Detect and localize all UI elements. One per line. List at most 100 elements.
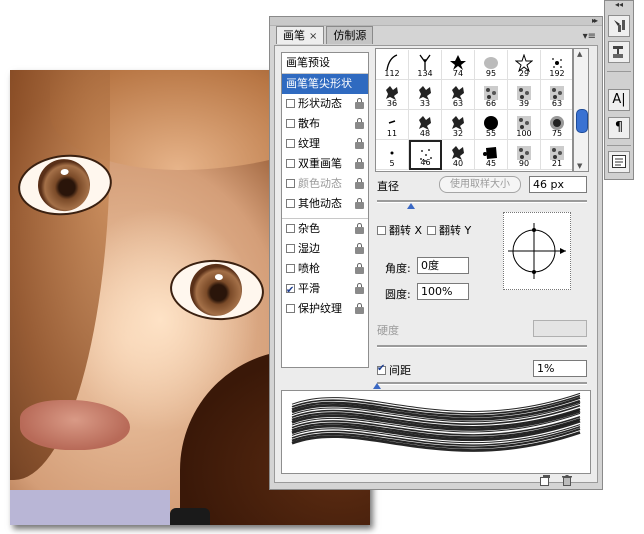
- brush-preset[interactable]: 33: [409, 80, 442, 110]
- brush-preset[interactable]: 74: [442, 50, 475, 80]
- lock-icon[interactable]: [355, 158, 364, 169]
- scroll-down-icon[interactable]: ▼: [577, 162, 582, 170]
- brush-preset[interactable]: 90: [508, 140, 541, 170]
- clone-source-dock-button[interactable]: [608, 41, 630, 63]
- brush-option-row[interactable]: 湿边: [282, 239, 368, 259]
- brush-preset[interactable]: 11: [376, 110, 409, 140]
- angle-roundness-preview[interactable]: [503, 212, 571, 290]
- flip-y-checkbox[interactable]: [427, 226, 436, 235]
- use-sample-size-button[interactable]: 使用取样大小: [439, 176, 521, 193]
- brush-option-checkbox[interactable]: [286, 119, 295, 128]
- flip-x-checkbox[interactable]: [377, 226, 386, 235]
- brush-option-checkbox[interactable]: [286, 244, 295, 253]
- brush-option-row[interactable]: 散布: [282, 114, 368, 134]
- lock-icon[interactable]: [355, 243, 364, 254]
- paragraph-icon: ¶: [614, 120, 624, 135]
- brush-preset[interactable]: 95: [475, 50, 508, 80]
- brush-preset[interactable]: 100: [508, 110, 541, 140]
- brush-option-row[interactable]: 纹理: [282, 134, 368, 154]
- lock-icon[interactable]: [355, 303, 364, 314]
- brush-preset[interactable]: 48: [409, 110, 442, 140]
- presets-scrollbar[interactable]: ▲ ▼: [573, 48, 589, 172]
- brush-option-row[interactable]: 平滑: [282, 279, 368, 301]
- brush-preset[interactable]: 45: [475, 140, 508, 170]
- brush-option-checkbox[interactable]: [286, 224, 295, 233]
- brush-panel-dock-button[interactable]: [608, 15, 630, 37]
- brush-preset[interactable]: 39: [508, 80, 541, 110]
- brush-preset[interactable]: 32: [442, 110, 475, 140]
- collapse-panel-button[interactable]: ▸▸: [592, 16, 598, 25]
- new-preset-icon[interactable]: [540, 475, 550, 486]
- brush-option-row[interactable]: 画笔笔尖形状: [282, 74, 368, 94]
- angle-input[interactable]: 0度: [417, 257, 469, 274]
- tab-brush[interactable]: 画笔 ×: [276, 26, 325, 44]
- brush-preset[interactable]: 5: [376, 140, 409, 170]
- brush-option-checkbox[interactable]: [286, 139, 295, 148]
- brush-preset[interactable]: 75: [541, 110, 572, 140]
- dock-collapse-button[interactable]: ◂◂: [615, 0, 623, 9]
- notes-dock-button[interactable]: [608, 151, 630, 173]
- brush-option-checkbox[interactable]: [286, 264, 295, 273]
- brush-preset-size: 11: [386, 129, 398, 138]
- panel-title-bar[interactable]: ▸▸: [270, 16, 602, 26]
- brush-option-checkbox[interactable]: [286, 159, 295, 168]
- stroke-preview-graphic: [291, 392, 581, 452]
- brush-presets-header[interactable]: 画笔预设: [282, 53, 368, 74]
- brush-preset[interactable]: 134: [409, 50, 442, 80]
- brush-option-row[interactable]: 喷枪: [282, 259, 368, 279]
- lock-icon[interactable]: [355, 198, 364, 209]
- brush-option-row[interactable]: 形状动态: [282, 94, 368, 114]
- flip-x-option[interactable]: 翻转 X: [377, 222, 422, 238]
- lock-icon[interactable]: [355, 283, 364, 294]
- brush-preset[interactable]: 112: [376, 50, 409, 80]
- brush-option-row[interactable]: 保护纹理: [282, 299, 368, 319]
- brush-preset[interactable]: 46: [409, 140, 442, 170]
- brush-preset[interactable]: 63: [541, 80, 572, 110]
- brush-option-checkbox[interactable]: [286, 199, 295, 208]
- paragraph-dock-button[interactable]: ¶: [608, 117, 630, 139]
- brush-preset[interactable]: 40: [442, 140, 475, 170]
- lock-icon[interactable]: [355, 118, 364, 129]
- lock-icon[interactable]: [355, 223, 364, 234]
- panel-menu-icon[interactable]: ▾≡: [583, 31, 596, 42]
- tab-clone-source[interactable]: 仿制源: [326, 26, 374, 44]
- lock-icon[interactable]: [355, 178, 364, 189]
- brush-angle-icon[interactable]: [504, 213, 570, 289]
- spacing-slider[interactable]: [377, 382, 587, 385]
- lock-icon[interactable]: [355, 138, 364, 149]
- brush-preset-size: 36: [386, 99, 398, 108]
- brush-preset-size: 63: [551, 99, 563, 108]
- spacing-input[interactable]: 1%: [533, 360, 587, 377]
- scrollbar-thumb[interactable]: [576, 109, 588, 133]
- diameter-slider-knob[interactable]: [406, 203, 415, 209]
- brush-preset[interactable]: 29: [508, 50, 541, 80]
- brush-preset[interactable]: 36: [376, 80, 409, 110]
- flip-y-option[interactable]: 翻转 Y: [427, 222, 471, 238]
- lock-icon[interactable]: [355, 98, 364, 109]
- brush-preset[interactable]: 55: [475, 110, 508, 140]
- roundness-input[interactable]: 100%: [417, 283, 469, 300]
- trash-icon[interactable]: [562, 475, 572, 486]
- diameter-input[interactable]: 46 px: [529, 176, 587, 193]
- tab-close-icon[interactable]: ×: [309, 31, 317, 42]
- spacing-checkbox[interactable]: [377, 363, 386, 375]
- brush-preset[interactable]: 63: [442, 80, 475, 110]
- brush-option-checkbox[interactable]: [286, 99, 295, 108]
- brush-options-list: 画笔预设 画笔笔尖形状形状动态散布纹理双重画笔颜色动态其他动态杂色湿边喷枪平滑保…: [281, 52, 369, 368]
- brush-preset-size: 40: [452, 159, 464, 168]
- brush-option-row[interactable]: 杂色: [282, 218, 368, 239]
- scroll-up-icon[interactable]: ▲: [577, 50, 582, 58]
- character-dock-button[interactable]: A|: [608, 89, 630, 111]
- spacing-slider-knob[interactable]: [373, 383, 381, 389]
- brush-option-checkbox[interactable]: [286, 281, 295, 301]
- brush-preset[interactable]: 192: [541, 50, 572, 80]
- brush-option-checkbox[interactable]: [286, 304, 295, 313]
- lock-icon[interactable]: [355, 263, 364, 274]
- brush-preset[interactable]: 66: [475, 80, 508, 110]
- brush-option-row[interactable]: 其他动态: [282, 194, 368, 214]
- spacing-option[interactable]: 间距: [377, 362, 411, 378]
- brush-preset[interactable]: 21: [541, 140, 572, 170]
- brush-preset-size: 29: [518, 69, 530, 78]
- brush-preset-size: 39: [518, 99, 530, 108]
- brush-option-row[interactable]: 双重画笔: [282, 154, 368, 174]
